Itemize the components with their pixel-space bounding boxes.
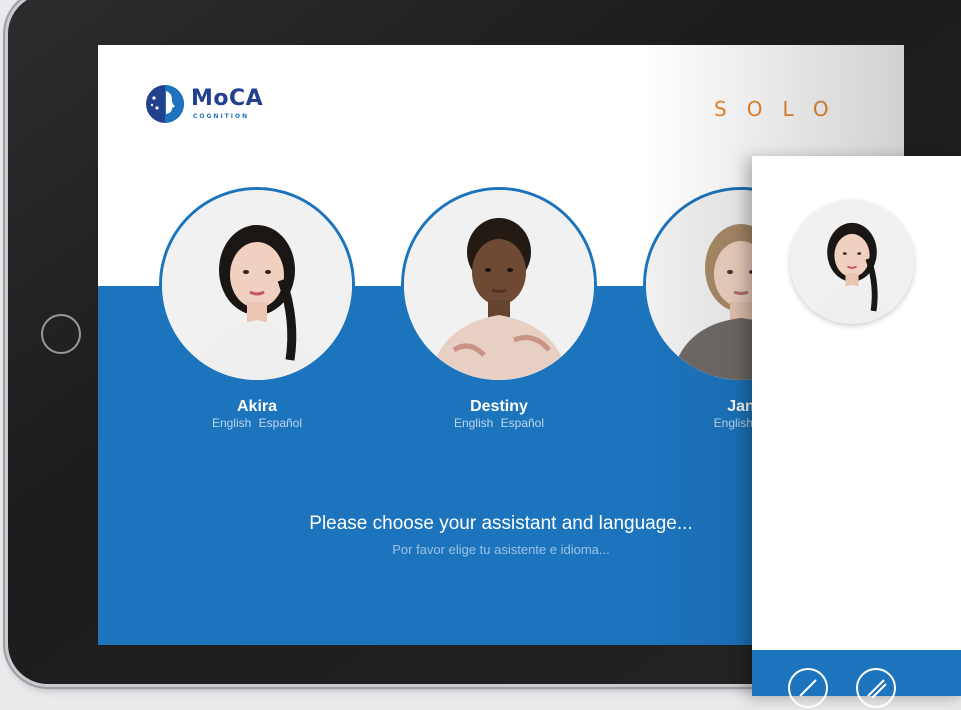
selected-assistant-avatar[interactable]: [790, 200, 914, 324]
assistant-name: Destiny: [470, 398, 528, 415]
moca-logo-icon: [146, 85, 184, 123]
language-english-link[interactable]: English: [454, 416, 493, 430]
assistant-card-akira[interactable]: Akira English Español: [157, 187, 357, 430]
language-english-link[interactable]: English: [714, 416, 753, 430]
language-options: English Español: [157, 416, 357, 430]
portrait-image: [790, 200, 914, 324]
language-options: English Español: [399, 416, 599, 430]
assistant-avatar[interactable]: [401, 187, 597, 383]
home-button[interactable]: [41, 314, 81, 354]
pencil-icon[interactable]: [788, 668, 828, 708]
portrait-image: [404, 190, 594, 380]
phone-toolbar: [752, 650, 961, 708]
language-english-link[interactable]: English: [212, 416, 251, 430]
language-spanish-link[interactable]: Español: [501, 416, 544, 430]
mode-title: SOLO: [714, 97, 849, 121]
phone-screen: [752, 156, 961, 708]
assistant-avatar[interactable]: [159, 187, 355, 383]
language-spanish-link[interactable]: Español: [259, 416, 302, 430]
brand-name: MoCA: [191, 86, 264, 111]
assistant-name: Akira: [236, 398, 278, 415]
brand-tagline: COGNITION: [193, 113, 250, 120]
portrait-image: [162, 190, 352, 380]
pen-icon[interactable]: [856, 668, 896, 708]
assistant-card-destiny[interactable]: Destiny English Español: [399, 187, 599, 430]
